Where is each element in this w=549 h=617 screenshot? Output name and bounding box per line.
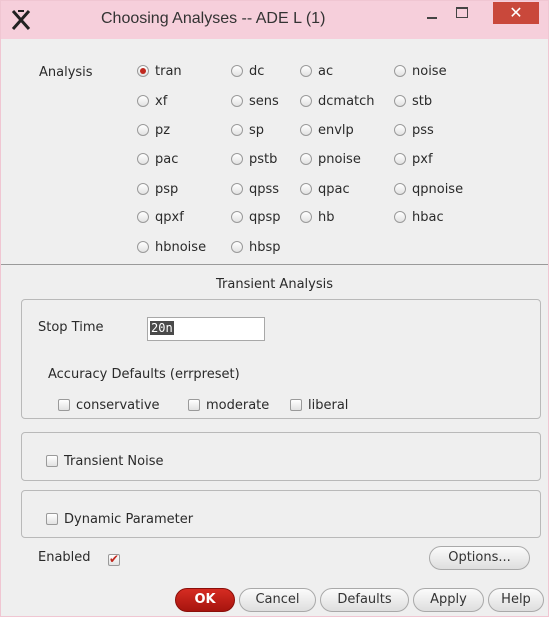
radio-pstb[interactable]: pstb: [231, 150, 277, 168]
radio-qpxf[interactable]: qpxf: [137, 208, 184, 226]
checkmark-icon: ✔: [109, 552, 120, 566]
radio-pac[interactable]: pac: [137, 150, 178, 168]
enabled-label: Enabled: [38, 550, 91, 565]
radio-sens[interactable]: sens: [231, 92, 279, 110]
section-divider: [1, 264, 548, 265]
analysis-label: Analysis: [39, 65, 93, 80]
stop-time-value: 20n: [150, 321, 174, 335]
radio-hbac[interactable]: hbac: [394, 208, 444, 226]
checkbox-liberal[interactable]: liberal: [290, 396, 348, 414]
radio-qpss[interactable]: qpss: [231, 180, 279, 198]
radio-psp[interactable]: psp: [137, 180, 178, 198]
radio-hbnoise[interactable]: hbnoise: [137, 238, 206, 256]
window-title: Choosing Analyses -- ADE L (1): [101, 10, 326, 27]
apply-button[interactable]: Apply: [413, 588, 484, 612]
checkbox-moderate[interactable]: moderate: [188, 396, 269, 414]
radio-pss[interactable]: pss: [394, 121, 434, 139]
transient-analysis-title: Transient Analysis: [216, 277, 333, 292]
app-x-icon: [11, 10, 31, 30]
radio-hbsp[interactable]: hbsp: [231, 238, 281, 256]
radio-qpac[interactable]: qpac: [300, 180, 350, 198]
defaults-button[interactable]: Defaults: [320, 588, 409, 612]
radio-noise[interactable]: noise: [394, 62, 447, 80]
maximize-icon[interactable]: [456, 7, 468, 18]
radio-ac[interactable]: ac: [300, 62, 333, 80]
radio-qpsp[interactable]: qpsp: [231, 208, 281, 226]
radio-pxf[interactable]: pxf: [394, 150, 433, 168]
cancel-button[interactable]: Cancel: [239, 588, 316, 612]
radio-tran[interactable]: tran: [137, 62, 182, 80]
accuracy-defaults-label: Accuracy Defaults (errpreset): [48, 367, 240, 382]
radio-sp[interactable]: sp: [231, 121, 264, 139]
radio-pnoise[interactable]: pnoise: [300, 150, 361, 168]
stop-time-input[interactable]: 20n: [147, 317, 265, 341]
title-bar[interactable]: Choosing Analyses -- ADE L (1) ✕: [1, 1, 548, 39]
radio-hb[interactable]: hb: [300, 208, 335, 226]
checkbox-conservative[interactable]: conservative: [58, 396, 160, 414]
radio-pz[interactable]: pz: [137, 121, 170, 139]
radio-dc[interactable]: dc: [231, 62, 264, 80]
radio-stb[interactable]: stb: [394, 92, 432, 110]
options-button[interactable]: Options...: [429, 546, 530, 570]
radio-envlp[interactable]: envlp: [300, 121, 354, 139]
checkbox-enabled[interactable]: ✔: [108, 551, 126, 569]
ok-button[interactable]: OK: [175, 588, 235, 612]
stop-time-label: Stop Time: [38, 320, 104, 335]
dialog-window: Choosing Analyses -- ADE L (1) ✕ Analysi…: [0, 0, 549, 617]
radio-xf[interactable]: xf: [137, 92, 167, 110]
radio-circle-selected: [137, 65, 149, 77]
minimize-icon[interactable]: [427, 17, 437, 19]
help-button[interactable]: Help: [488, 588, 544, 612]
close-button[interactable]: ✕: [493, 2, 539, 24]
checkbox-transient-noise[interactable]: Transient Noise: [46, 452, 164, 470]
radio-qpnoise[interactable]: qpnoise: [394, 180, 463, 198]
checkbox-dynamic-parameter[interactable]: Dynamic Parameter: [46, 510, 193, 528]
radio-dcmatch[interactable]: dcmatch: [300, 92, 375, 110]
